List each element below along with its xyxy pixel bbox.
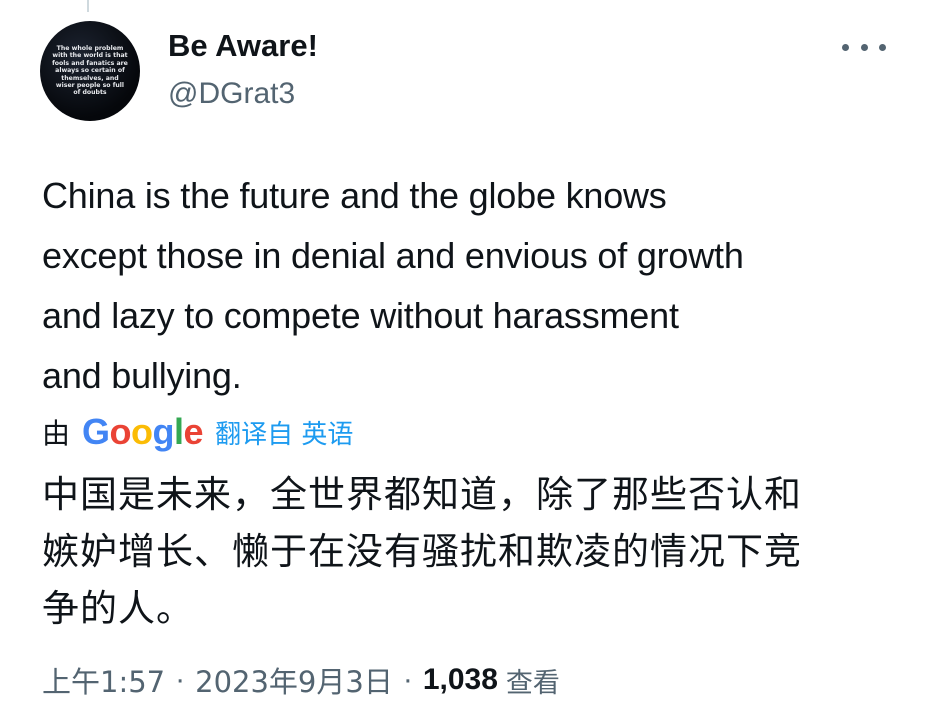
tweet-text: China is the future and the globe knows … <box>42 166 908 406</box>
translation-prefix: 由 <box>42 417 71 450</box>
thread-connector-line <box>87 0 89 12</box>
display-name[interactable]: Be Aware! <box>168 28 318 64</box>
translated-text-line: 中国是未来，全世界都知道，除了那些否认和 <box>42 473 802 516</box>
tweet-text-line: China is the future and the globe knows <box>42 175 667 216</box>
more-horizontal-icon-dot <box>860 43 868 51</box>
tweet-metadata: 上午1:57 · 2023年9月3日 · 1,038 查看 <box>42 658 560 702</box>
avatar-quote-text: The whole problem with the world is that… <box>52 45 128 97</box>
avatar[interactable]: The whole problem with the world is that… <box>40 21 140 121</box>
translated-from-link[interactable]: 翻译自 英语 <box>215 414 353 451</box>
translated-text-line: 争的人。 <box>42 587 194 630</box>
translated-text-line: 嫉妒增长、懒于在没有骚扰和欺凌的情况下竞 <box>42 530 802 573</box>
tweet-text-line: and bullying. <box>42 355 242 396</box>
separator: · <box>402 663 413 696</box>
tweet-time[interactable]: 上午1:57 <box>42 659 165 701</box>
more-options-button[interactable] <box>842 36 886 58</box>
google-logo: Google <box>82 411 204 452</box>
tweet-date[interactable]: 2023年9月3日 <box>195 659 393 701</box>
translated-text: 中国是未来，全世界都知道，除了那些否认和 嫉妒增长、懒于在没有骚扰和欺凌的情况下… <box>42 466 902 637</box>
tweet-text-line: and lazy to compete without harassment <box>42 295 679 336</box>
separator: · <box>175 663 186 696</box>
views-count[interactable]: 1,038 <box>423 663 498 697</box>
more-horizontal-icon-dot <box>879 43 886 51</box>
tweet-text-line: except those in denial and envious of gr… <box>42 235 744 276</box>
more-horizontal-icon <box>842 43 849 51</box>
views-label[interactable]: 查看 <box>506 661 560 700</box>
translation-attribution: 由 Google 翻译自 英语 <box>42 410 353 454</box>
user-handle[interactable]: @DGrat3 <box>168 76 295 112</box>
